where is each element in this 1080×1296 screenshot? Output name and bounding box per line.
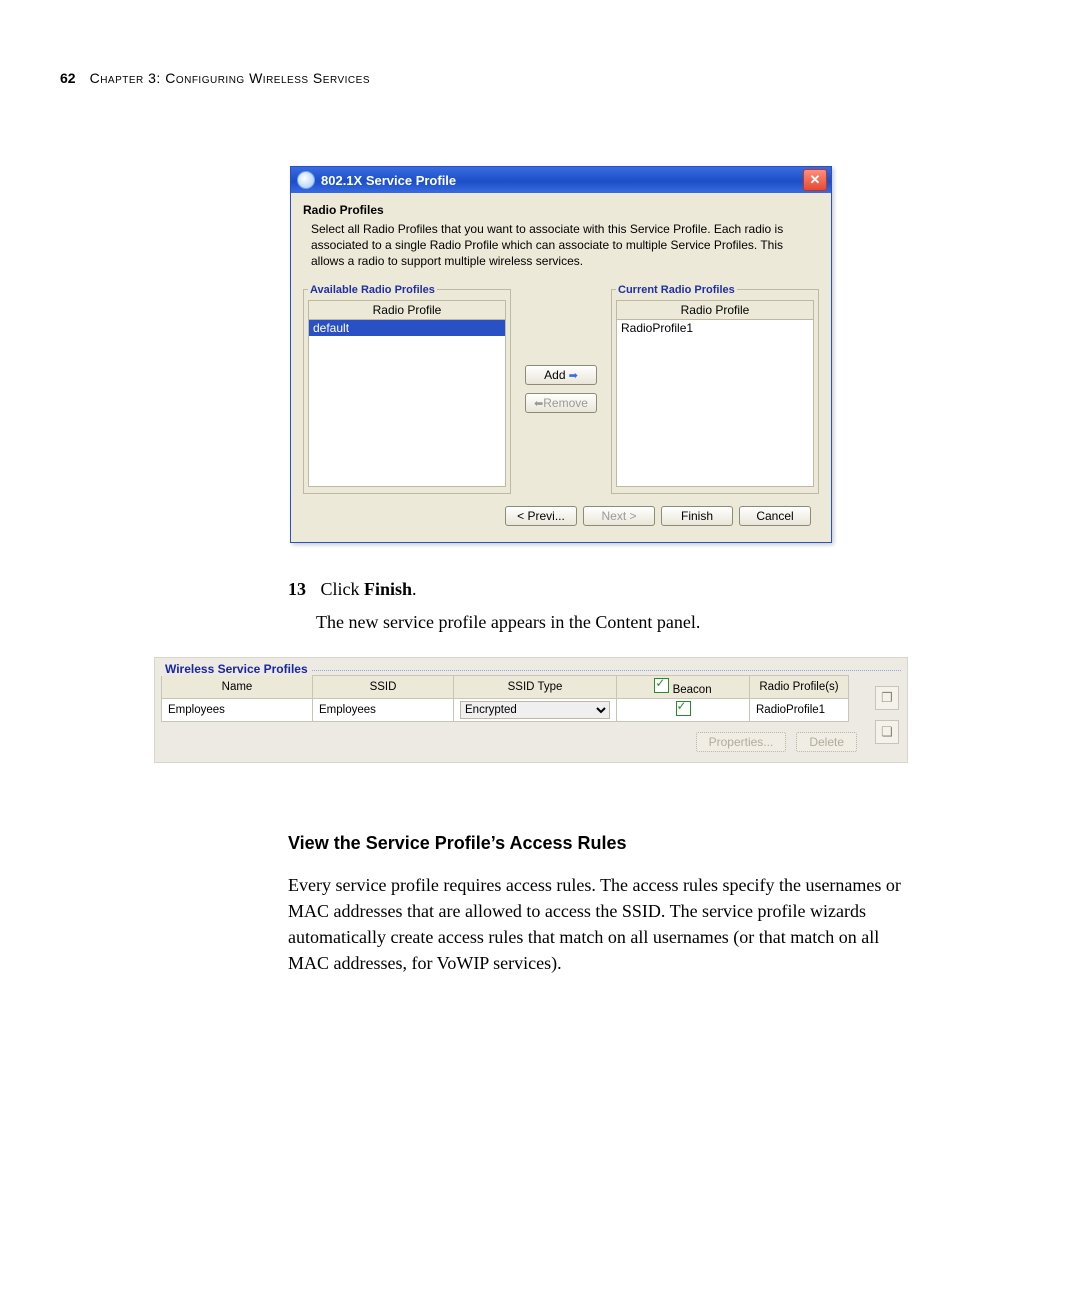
col-beacon-label: Beacon [673,684,712,696]
dialog-title: 802.1X Service Profile [321,173,797,188]
close-icon[interactable]: ✕ [803,169,827,191]
access-rules-body: Every service profile requires access ru… [288,872,908,976]
current-profiles-group: Current Radio Profiles Radio Profile Rad… [611,284,819,494]
section-title: Radio Profiles [303,203,819,217]
list-item[interactable]: default [309,320,505,336]
page-number: 62 [60,70,76,86]
remove-button[interactable]: Remove [525,393,597,413]
cell-ssid: Employees [313,698,454,721]
beacon-check-icon[interactable] [676,701,691,716]
wireless-service-profiles-panel: Wireless Service Profiles Name SSID SSID… [154,657,908,763]
step-number: 13 [288,579,316,600]
next-button[interactable]: Next > [583,506,655,526]
current-col-header: Radio Profile [616,300,814,320]
paste-icon[interactable]: ❏ [875,720,899,744]
chapter-title: Chapter 3: Configuring Wireless Services [90,70,370,86]
section-description: Select all Radio Profiles that you want … [311,221,819,270]
page-header: 62 Chapter 3: Configuring Wireless Servi… [60,70,1020,86]
cancel-button[interactable]: Cancel [739,506,811,526]
current-legend: Current Radio Profiles [616,284,737,296]
cell-ssid-type[interactable]: Encrypted [454,698,617,721]
cell-radio: RadioProfile1 [750,698,849,721]
step-desc: The new service profile appears in the C… [316,612,908,633]
prev-button[interactable]: < Previ... [505,506,577,526]
col-beacon: Beacon [617,675,750,698]
col-ssid-type: SSID Type [454,675,617,698]
available-col-header: Radio Profile [308,300,506,320]
service-profile-dialog: 802.1X Service Profile ✕ Radio Profiles … [290,166,832,543]
step-text: Click Finish. [321,579,417,599]
col-ssid: SSID [313,675,454,698]
table-row[interactable]: Employees Employees Encrypted RadioProfi… [162,698,849,721]
beacon-header-check-icon [654,678,669,693]
access-rules-heading: View the Service Profile’s Access Rules [288,833,908,854]
col-radio: Radio Profile(s) [750,675,849,698]
wsp-legend: Wireless Service Profiles [161,662,312,676]
dialog-titlebar[interactable]: 802.1X Service Profile ✕ [291,167,831,193]
properties-button[interactable]: Properties... [696,732,787,752]
available-profiles-group: Available Radio Profiles Radio Profile d… [303,284,511,494]
cell-beacon[interactable] [617,698,750,721]
ssid-type-select[interactable]: Encrypted [460,701,610,719]
wsp-table: Name SSID SSID Type Beacon Radio Profile… [161,675,849,722]
list-item[interactable]: RadioProfile1 [617,320,813,336]
step-text-bold: Finish [364,579,412,599]
step-text-suffix: . [412,579,417,599]
col-name: Name [162,675,313,698]
available-legend: Available Radio Profiles [308,284,437,296]
delete-button[interactable]: Delete [796,732,857,752]
step-text-prefix: Click [321,579,365,599]
copy-icon[interactable]: ❐ [875,686,899,710]
app-icon [297,171,315,189]
finish-button[interactable]: Finish [661,506,733,526]
available-list[interactable]: default [308,320,506,487]
current-list[interactable]: RadioProfile1 [616,320,814,487]
step-13: 13 Click Finish. The new service profile… [288,579,908,633]
add-button[interactable]: Add [525,365,597,385]
cell-name: Employees [162,698,313,721]
